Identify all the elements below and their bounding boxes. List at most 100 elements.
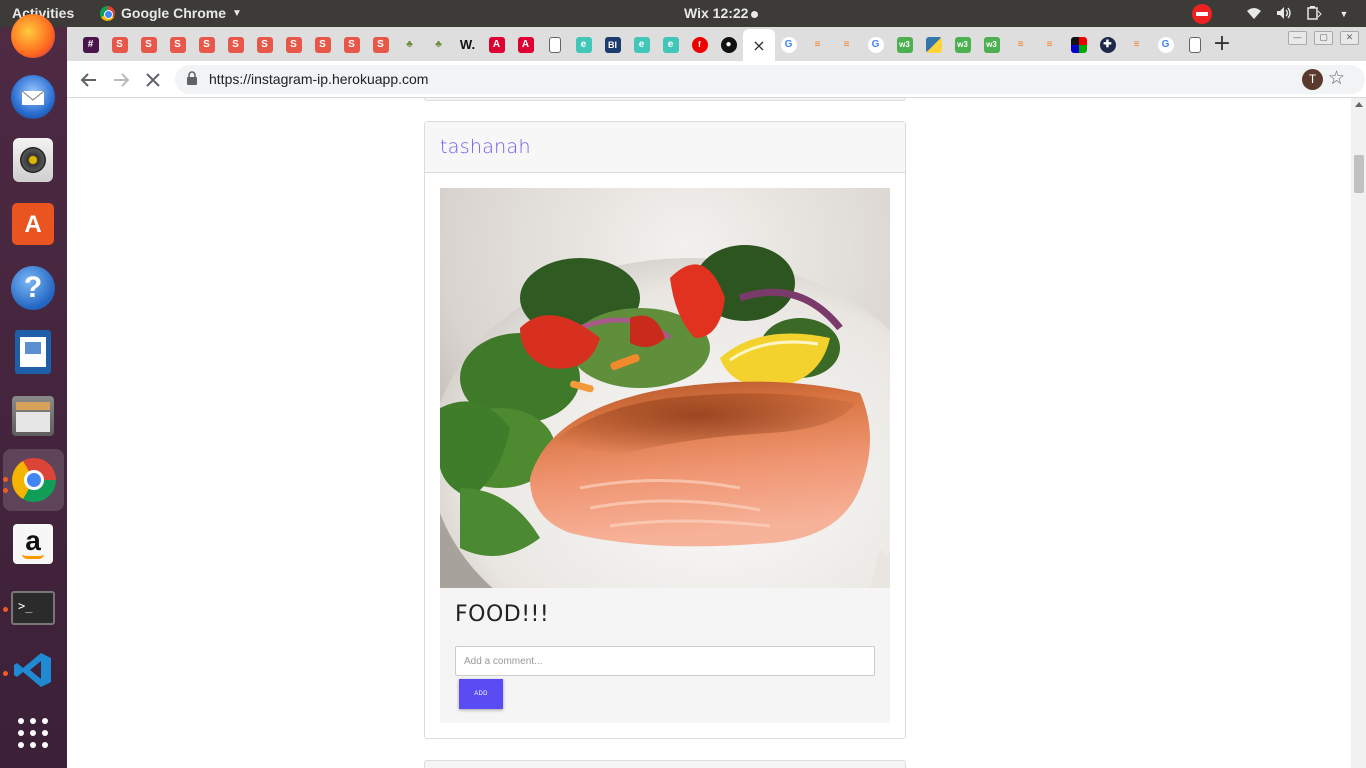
wikipedia-icon: W. — [459, 37, 476, 52]
tab-w3schools[interactable]: w3 — [891, 31, 918, 59]
tab-skillshare[interactable]: S — [251, 31, 278, 59]
dock-help[interactable]: ? — [8, 263, 58, 313]
bookmark-star-icon[interactable]: ☆ — [1328, 67, 1345, 89]
dock-show-apps[interactable] — [8, 710, 58, 760]
tab-active[interactable]: × — [743, 29, 775, 61]
running-indicator-icon — [3, 671, 8, 676]
dock-chrome[interactable] — [3, 449, 64, 511]
do-not-disturb-icon[interactable] — [1192, 4, 1212, 24]
tab-stackoverflow[interactable]: ≡ — [1123, 31, 1150, 59]
running-indicator-icon — [3, 488, 8, 493]
tab-bl[interactable]: Bl — [599, 31, 626, 59]
add-comment-button[interactable]: ADD — [459, 679, 503, 709]
lock-icon — [187, 71, 197, 85]
tab-stackoverflow[interactable]: ≡ — [1007, 31, 1034, 59]
tab-strip: # S S S S S S S S S S ♣ ♣ W. A A e Bl e … — [67, 27, 1366, 61]
dock-rhythmbox[interactable] — [8, 135, 58, 185]
post-header: tashanah — [425, 122, 905, 173]
tab-w3schools[interactable]: w3 — [978, 31, 1005, 59]
maximize-button[interactable]: ▢ — [1314, 31, 1333, 45]
tab-slack[interactable]: # — [77, 31, 104, 59]
tab-stackoverflow[interactable]: ≡ — [1036, 31, 1063, 59]
dock-terminal[interactable]: >_ — [8, 583, 58, 633]
tab-tree[interactable]: ♣ — [425, 31, 452, 59]
tab-skillshare[interactable]: S — [222, 31, 249, 59]
tab-e[interactable]: e — [657, 31, 684, 59]
stackoverflow-icon: ≡ — [1017, 39, 1024, 50]
skillshare-icon: S — [256, 37, 273, 53]
url-text[interactable]: https://instagram-ip.herokuapp.com — [209, 71, 428, 87]
tree-icon: ♣ — [406, 39, 413, 50]
running-indicator-icon — [3, 607, 8, 612]
tab-page[interactable] — [541, 31, 568, 59]
tab-python[interactable] — [920, 31, 947, 59]
clock[interactable]: Wix 12:22 — [684, 5, 759, 21]
dock-firefox[interactable] — [8, 11, 58, 61]
tab-page[interactable] — [1181, 31, 1208, 59]
tab-google[interactable]: G — [775, 31, 802, 59]
dock-thunderbird[interactable] — [8, 72, 58, 122]
chevron-down-icon: ▼ — [232, 7, 242, 19]
scroll-up-icon[interactable] — [1355, 102, 1363, 107]
new-tab-button[interactable]: + — [1208, 33, 1236, 57]
tab-google[interactable]: G — [862, 31, 889, 59]
tab-pivotal[interactable]: ✚ — [1094, 31, 1121, 59]
dock-libreoffice-writer[interactable] — [8, 327, 58, 377]
dock-vscode[interactable] — [8, 647, 58, 697]
wifi-icon — [1246, 6, 1262, 22]
files-icon — [12, 396, 54, 436]
tab-colors[interactable] — [1065, 31, 1092, 59]
tab-skillshare[interactable]: S — [280, 31, 307, 59]
tab-tree[interactable]: ♣ — [396, 31, 423, 59]
show-apps-icon — [16, 716, 50, 754]
profile-avatar[interactable]: T — [1302, 69, 1323, 90]
address-bar[interactable]: https://instagram-ip.herokuapp.com ☆ — [175, 65, 1365, 94]
tab-e[interactable]: e — [628, 31, 655, 59]
post-username[interactable]: tashanah — [440, 136, 531, 158]
tab-wikipedia[interactable]: W. — [454, 31, 481, 59]
slack-icon: # — [82, 37, 99, 53]
tree-icon: ♣ — [435, 39, 442, 50]
tab-skillshare[interactable]: S — [338, 31, 365, 59]
forward-button[interactable] — [108, 67, 134, 93]
close-window-button[interactable]: ✕ — [1340, 31, 1359, 45]
thunderbird-icon — [11, 75, 55, 119]
google-icon: G — [780, 37, 797, 53]
tab-skillshare[interactable]: S — [193, 31, 220, 59]
scrollbar-thumb[interactable] — [1354, 155, 1364, 193]
app-menu[interactable]: Google Chrome ▼ — [100, 5, 242, 21]
post-body: FOOD!!! ADD — [440, 588, 890, 723]
comment-input[interactable] — [455, 646, 875, 676]
google-icon: G — [1157, 37, 1174, 53]
app-menu-label: Google Chrome — [121, 5, 227, 21]
tab-w3schools[interactable]: w3 — [949, 31, 976, 59]
tab-stackoverflow[interactable]: ≡ — [833, 31, 860, 59]
tab-skillshare[interactable]: S — [106, 31, 133, 59]
system-tray[interactable]: ▼ — [1192, 4, 1352, 24]
dock-amazon[interactable]: a — [8, 519, 58, 569]
close-icon[interactable]: × — [752, 36, 765, 55]
volume-icon — [1276, 6, 1292, 22]
tab-stackoverflow[interactable]: ≡ — [804, 31, 831, 59]
tab-red[interactable]: f — [686, 31, 713, 59]
tab-skillshare[interactable]: S — [164, 31, 191, 59]
tab-skillshare[interactable]: S — [309, 31, 336, 59]
stop-button[interactable] — [140, 67, 166, 93]
dock-ubuntu-software[interactable]: A — [8, 199, 58, 249]
page-scrollbar[interactable] — [1351, 98, 1366, 768]
tab-e[interactable]: e — [570, 31, 597, 59]
tab-google[interactable]: G — [1152, 31, 1179, 59]
dock-files[interactable] — [8, 391, 58, 441]
notification-dot-icon — [751, 10, 759, 18]
skillshare-icon: S — [343, 37, 360, 53]
tab-angular[interactable]: A — [512, 31, 539, 59]
tab-skillshare[interactable]: S — [135, 31, 162, 59]
tab-github[interactable]: ● — [715, 31, 742, 59]
chrome-icon — [100, 5, 115, 21]
minimize-button[interactable]: — — [1288, 31, 1307, 45]
libreoffice-writer-icon — [15, 330, 51, 374]
tab-angular[interactable]: A — [483, 31, 510, 59]
back-button[interactable] — [76, 67, 102, 93]
tab-skillshare[interactable]: S — [367, 31, 394, 59]
red-circle-icon: f — [691, 37, 708, 53]
